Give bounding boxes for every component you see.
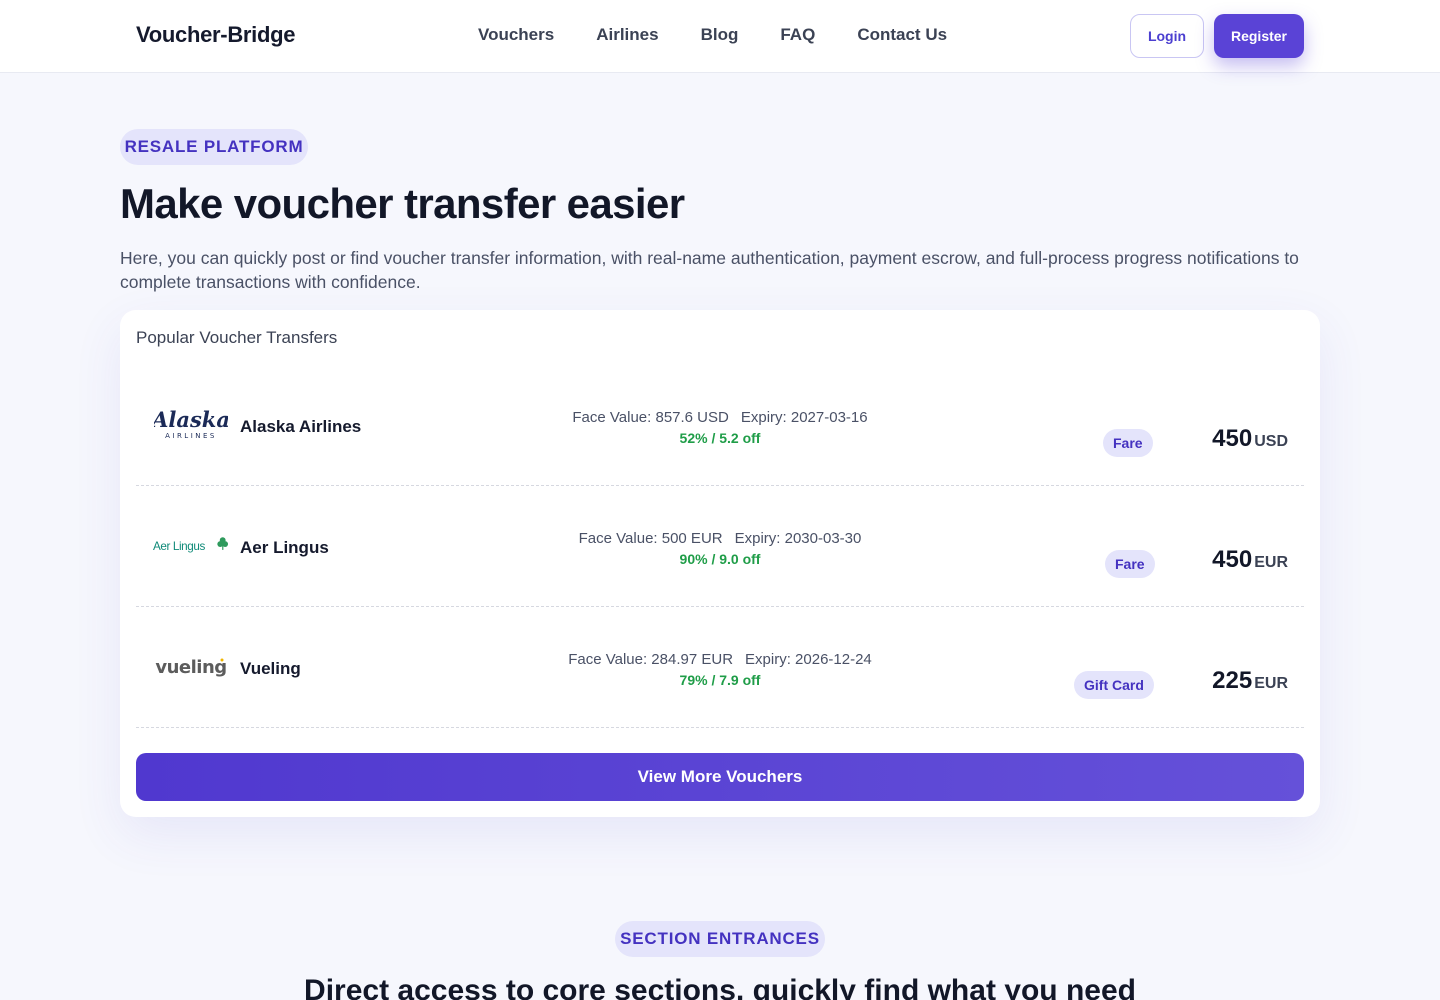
- category-badge: Fare: [1103, 429, 1153, 457]
- face-value: Face Value: 284.97 EUR: [568, 651, 734, 668]
- register-button[interactable]: Register: [1214, 14, 1304, 58]
- price: 225 EUR: [1212, 667, 1288, 695]
- airline-name: Aer Lingus: [240, 538, 329, 557]
- hero-title: Make voucher transfer easier: [120, 180, 685, 227]
- main-nav: Vouchers Airlines Blog FAQ Contact Us: [478, 25, 989, 45]
- expiry-date: Expiry: 2027-03-16: [740, 409, 868, 426]
- price: 450 USD: [1212, 425, 1288, 453]
- nav-contact-us[interactable]: Contact Us: [857, 25, 947, 45]
- discount-text: 90% / 9.0 off: [679, 551, 761, 567]
- face-value: Face Value: 857.6 USD: [572, 409, 729, 426]
- section-title: Direct access to core sections, quickly …: [304, 974, 1136, 1000]
- aer-lingus-logo: Aer Lingus: [152, 530, 230, 562]
- card-title: Popular Voucher Transfers: [136, 328, 338, 347]
- discount-text: 52% / 5.2 off: [679, 430, 761, 446]
- svg-text:Aer Lingus: Aer Lingus: [153, 540, 206, 553]
- expiry-date: Expiry: 2030-03-30: [734, 530, 862, 547]
- brand-logo[interactable]: Voucher-Bridge: [136, 22, 296, 48]
- view-more-vouchers-button[interactable]: View More Vouchers: [136, 753, 1304, 801]
- svg-text:AIRLINES: AIRLINES: [165, 432, 217, 440]
- expiry-date: Expiry: 2026-12-24: [745, 651, 872, 668]
- svg-text:vueling: vueling: [155, 657, 226, 678]
- voucher-row[interactable]: Aer Lingus Aer Lingus Face Value: 500 EU…: [136, 486, 1304, 607]
- price-amount: 225: [1212, 667, 1253, 694]
- category-badge: Gift Card: [1074, 671, 1154, 699]
- hero-description: Here, you can quickly post or find vouch…: [120, 248, 1299, 292]
- nav-blog[interactable]: Blog: [701, 25, 739, 45]
- top-nav-bar: Voucher-Bridge Vouchers Airlines Blog FA…: [0, 0, 1440, 73]
- price-amount: 450: [1212, 546, 1253, 573]
- svg-text:Alaska: Alaska: [154, 409, 228, 432]
- nav-airlines[interactable]: Airlines: [596, 25, 658, 45]
- price: 450 EUR: [1212, 546, 1288, 574]
- voucher-meta: Face Value: 500 EUR Expiry: 2030-03-30 90…: [520, 530, 920, 567]
- airline-name: Vueling: [240, 659, 301, 678]
- alaska-airlines-logo: Alaska AIRLINES: [152, 409, 230, 441]
- nav-vouchers[interactable]: Vouchers: [478, 25, 554, 45]
- price-currency: USD: [1254, 433, 1288, 450]
- voucher-row[interactable]: vueling Vueling Face Value: 284.97 EUR Ex…: [136, 607, 1304, 728]
- voucher-meta: Face Value: 284.97 EUR Expiry: 2026-12-24…: [520, 651, 920, 688]
- nav-faq[interactable]: FAQ: [780, 25, 815, 45]
- airline-name: Alaska Airlines: [240, 417, 362, 436]
- discount-text: 79% / 7.9 off: [679, 672, 761, 688]
- price-amount: 450: [1212, 425, 1253, 452]
- resale-platform-pill: RESALE PLATFORM: [120, 129, 308, 165]
- section-entrances-pill: SECTION ENTRANCES: [615, 921, 825, 957]
- category-badge: Fare: [1105, 550, 1155, 578]
- login-button[interactable]: Login: [1130, 14, 1204, 58]
- popular-vouchers-card: Popular Voucher Transfers Alaska AIRLINE…: [120, 310, 1320, 817]
- price-currency: EUR: [1254, 675, 1288, 692]
- vueling-logo: vueling: [152, 651, 230, 683]
- voucher-meta: Face Value: 857.6 USD Expiry: 2027-03-16 …: [520, 409, 920, 446]
- voucher-row[interactable]: Alaska AIRLINES Alaska Airlines Face Val…: [136, 365, 1304, 486]
- face-value: Face Value: 500 EUR: [578, 530, 723, 547]
- price-currency: EUR: [1254, 554, 1288, 571]
